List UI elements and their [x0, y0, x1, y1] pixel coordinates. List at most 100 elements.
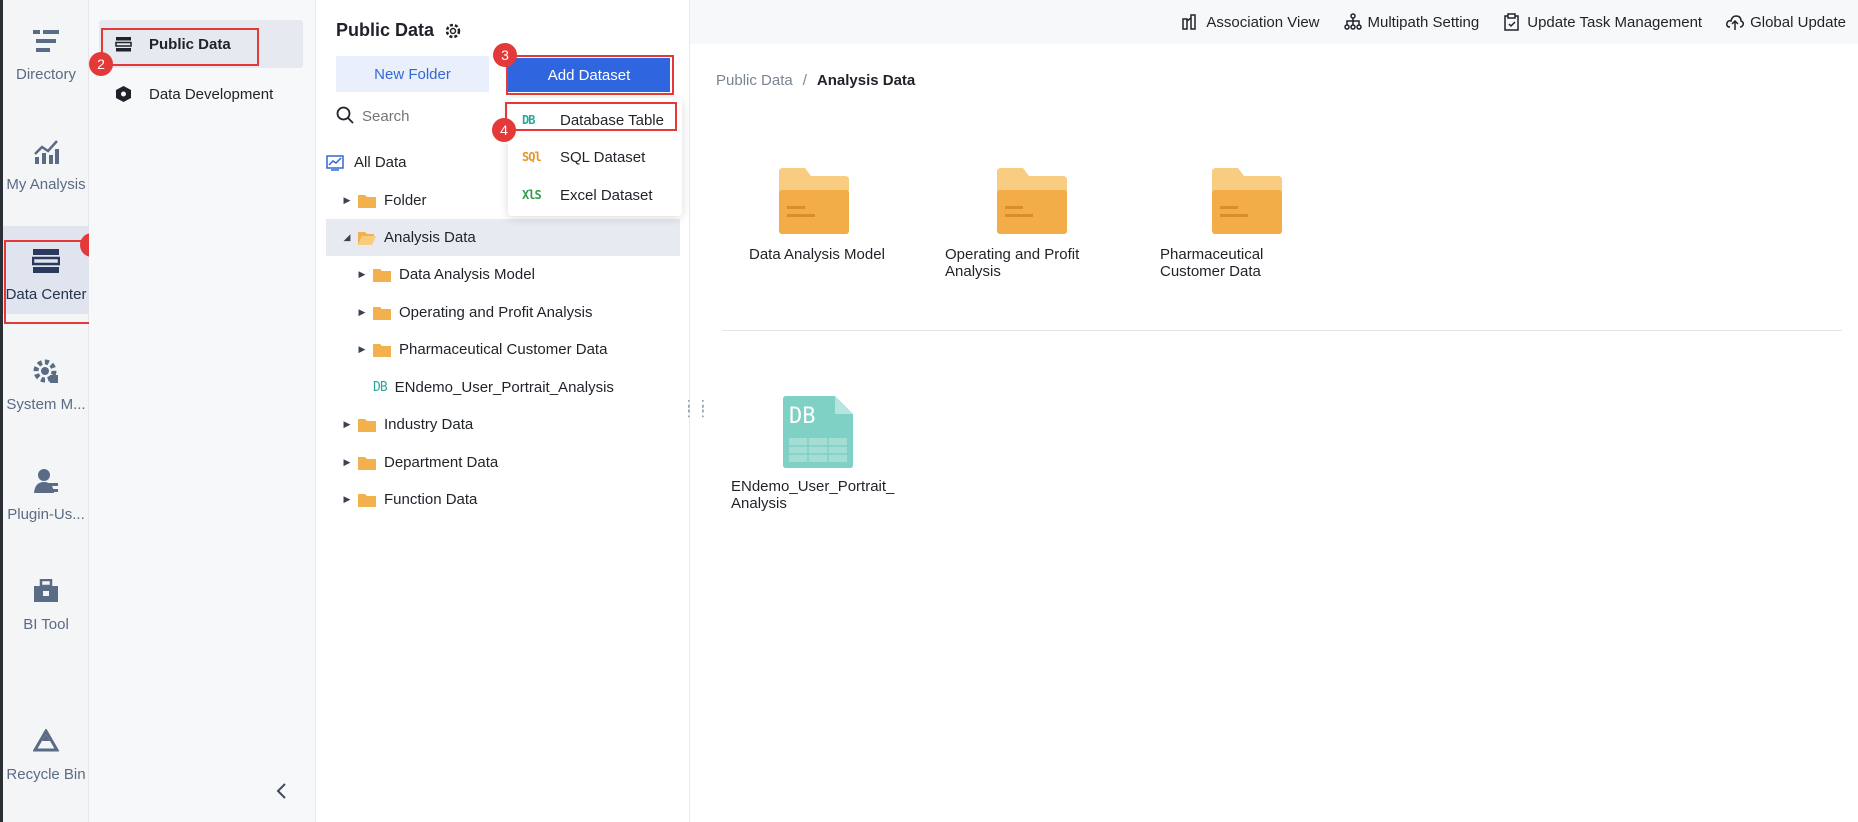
folder-card[interactable]: Pharmaceutical Customer Data — [1160, 168, 1340, 288]
association-view-label: Association View — [1206, 13, 1320, 31]
tree-row-department-data[interactable]: ▶ Department Data — [326, 444, 680, 481]
rail-item-label: Plugin-Us... — [7, 506, 85, 523]
panel-resize-handle[interactable]: ⋮⋮ ⋮⋮ — [682, 398, 710, 424]
tree-row-analysis-data[interactable]: ◢ Analysis Data — [326, 219, 680, 256]
breadcrumb: Public Data / Analysis Data — [716, 72, 915, 89]
directory-icon — [31, 26, 61, 56]
tree-label: Pharmaceutical Customer Data — [399, 341, 608, 358]
caret-right-icon[interactable]: ▶ — [340, 194, 354, 208]
multipath-setting-button[interactable]: Multipath Setting — [1343, 13, 1479, 31]
subnav-item-label: Public Data — [149, 35, 231, 53]
rail-item-directory[interactable]: Directory — [3, 6, 89, 94]
rail-item-plugin-user[interactable]: Plugin-Us... — [3, 446, 89, 534]
menu-item-label: SQL Dataset — [560, 148, 646, 166]
search-input[interactable] — [362, 107, 482, 125]
caret-right-icon[interactable]: ▶ — [355, 268, 369, 282]
tree-header: Public Data — [336, 20, 462, 41]
add-dataset-button[interactable]: Add Dataset — [508, 58, 670, 92]
collapse-sidebar-icon[interactable] — [275, 782, 295, 802]
tree-label: All Data — [354, 154, 407, 171]
folder-icon — [373, 343, 391, 357]
tree-label: Operating and Profit Analysis — [399, 304, 593, 321]
plugin-user-icon — [31, 466, 61, 496]
caret-right-icon[interactable]: ▶ — [340, 456, 354, 470]
rail-item-label: My Analysis — [6, 176, 86, 193]
tree-label: Data Analysis Model — [399, 266, 535, 283]
menu-item-sql-dataset[interactable]: SQl SQL Dataset — [508, 139, 682, 175]
breadcrumb-root[interactable]: Public Data — [716, 72, 793, 89]
tree-label: Folder — [384, 192, 427, 209]
rail-item-bi-tool[interactable]: BI Tool — [3, 556, 89, 644]
breadcrumb-separator: / — [802, 72, 807, 89]
dataset-card[interactable]: DB ENdemo_User_Portrait_Analysis — [731, 396, 911, 516]
caret-right-icon[interactable]: ▶ — [355, 343, 369, 357]
folder-card[interactable]: Data Analysis Model — [747, 168, 927, 288]
rail-item-label: Data Center — [5, 286, 87, 303]
tree-row-operating-profit[interactable]: ▶ Operating and Profit Analysis — [326, 294, 680, 331]
subnav-item-label: Data Development — [149, 85, 274, 103]
all-data-icon — [326, 154, 344, 171]
folder-open-icon — [358, 231, 376, 245]
rail-item-data-center[interactable]: Data Center — [3, 226, 89, 314]
caret-down-icon[interactable]: ◢ — [340, 231, 354, 245]
tree-row-pharmaceutical[interactable]: ▶ Pharmaceutical Customer Data — [326, 331, 680, 368]
subnav-item-data-development[interactable]: Data Development — [99, 70, 303, 118]
database-icon — [115, 35, 133, 53]
db-table-icon: DB — [783, 396, 853, 468]
cube-icon — [115, 85, 133, 103]
rail-item-system-management[interactable]: System M... — [3, 336, 89, 424]
db-table-icon: DB — [373, 380, 388, 395]
caret-right-icon[interactable]: ▶ — [340, 493, 354, 507]
toolbox-icon — [31, 576, 61, 606]
rail-item-label: System M... — [6, 396, 86, 413]
folder-icon — [358, 418, 376, 432]
cloud-upload-icon — [1726, 15, 1745, 30]
search-icon — [336, 106, 354, 127]
tree-title: Public Data — [336, 20, 435, 40]
folder-icon — [358, 456, 376, 470]
top-toolbar: Association View Multipath Setting Updat… — [690, 0, 1858, 44]
data-center-icon — [31, 246, 61, 276]
folder-card-name: Pharmaceutical Customer Data — [1160, 246, 1264, 280]
menu-item-database-table[interactable]: DB Database Table — [508, 102, 682, 138]
tree-row-data-analysis-model[interactable]: ▶ Data Analysis Model — [326, 256, 680, 293]
tree-row-industry-data[interactable]: ▶ Industry Data — [326, 406, 680, 443]
tree-label: Function Data — [384, 491, 478, 508]
section-divider — [722, 330, 1842, 331]
update-task-management-button[interactable]: Update Task Management — [1503, 13, 1702, 31]
folder-card[interactable]: Operating and Profit Analysis — [945, 168, 1125, 288]
folder-icon — [358, 194, 376, 208]
rail-item-my-analysis[interactable]: My Analysis — [3, 116, 89, 204]
folder-icon — [373, 268, 391, 282]
subnav-item-public-data[interactable]: Public Data — [99, 20, 303, 68]
folder-icon — [373, 306, 391, 320]
multipath-icon — [1343, 13, 1362, 30]
rail-item-recycle-bin[interactable]: Recycle Bin — [3, 706, 89, 794]
search-box[interactable] — [336, 100, 486, 132]
association-view-button[interactable]: Association View — [1182, 13, 1320, 31]
update-task-label: Update Task Management — [1527, 13, 1703, 31]
left-rail: Directory My Analysis Data Center System… — [0, 0, 89, 822]
add-dataset-dropdown: DB Database Table SQl SQL Dataset XlS Ex… — [508, 98, 682, 216]
breadcrumb-current: Analysis Data — [816, 72, 916, 89]
global-update-label: Global Update — [1750, 13, 1846, 31]
menu-item-label: Database Table — [560, 111, 664, 129]
tree-row-endemo[interactable]: DB ENdemo_User_Portrait_Analysis — [326, 369, 680, 406]
gear-icon[interactable] — [444, 22, 462, 40]
global-update-button[interactable]: Global Update — [1726, 13, 1846, 31]
tree-label: Industry Data — [384, 416, 474, 433]
association-icon — [1182, 14, 1197, 30]
caret-right-icon[interactable]: ▶ — [340, 418, 354, 432]
rail-item-label: Recycle Bin — [6, 766, 86, 783]
folder-icon — [1212, 168, 1282, 234]
db-tag-label: DB — [789, 404, 816, 429]
caret-right-icon[interactable]: ▶ — [355, 306, 369, 320]
tree-row-function-data[interactable]: ▶ Function Data — [326, 481, 680, 518]
menu-item-label: Excel Dataset — [560, 186, 653, 204]
chart-icon — [31, 136, 61, 166]
folder-card-name: Operating and Profit Analysis — [945, 246, 1080, 280]
rail-item-label: Directory — [15, 66, 76, 83]
new-folder-button[interactable]: New Folder — [336, 56, 489, 92]
menu-item-excel-dataset[interactable]: XlS Excel Dataset — [508, 177, 682, 213]
gear-icon — [31, 356, 61, 386]
